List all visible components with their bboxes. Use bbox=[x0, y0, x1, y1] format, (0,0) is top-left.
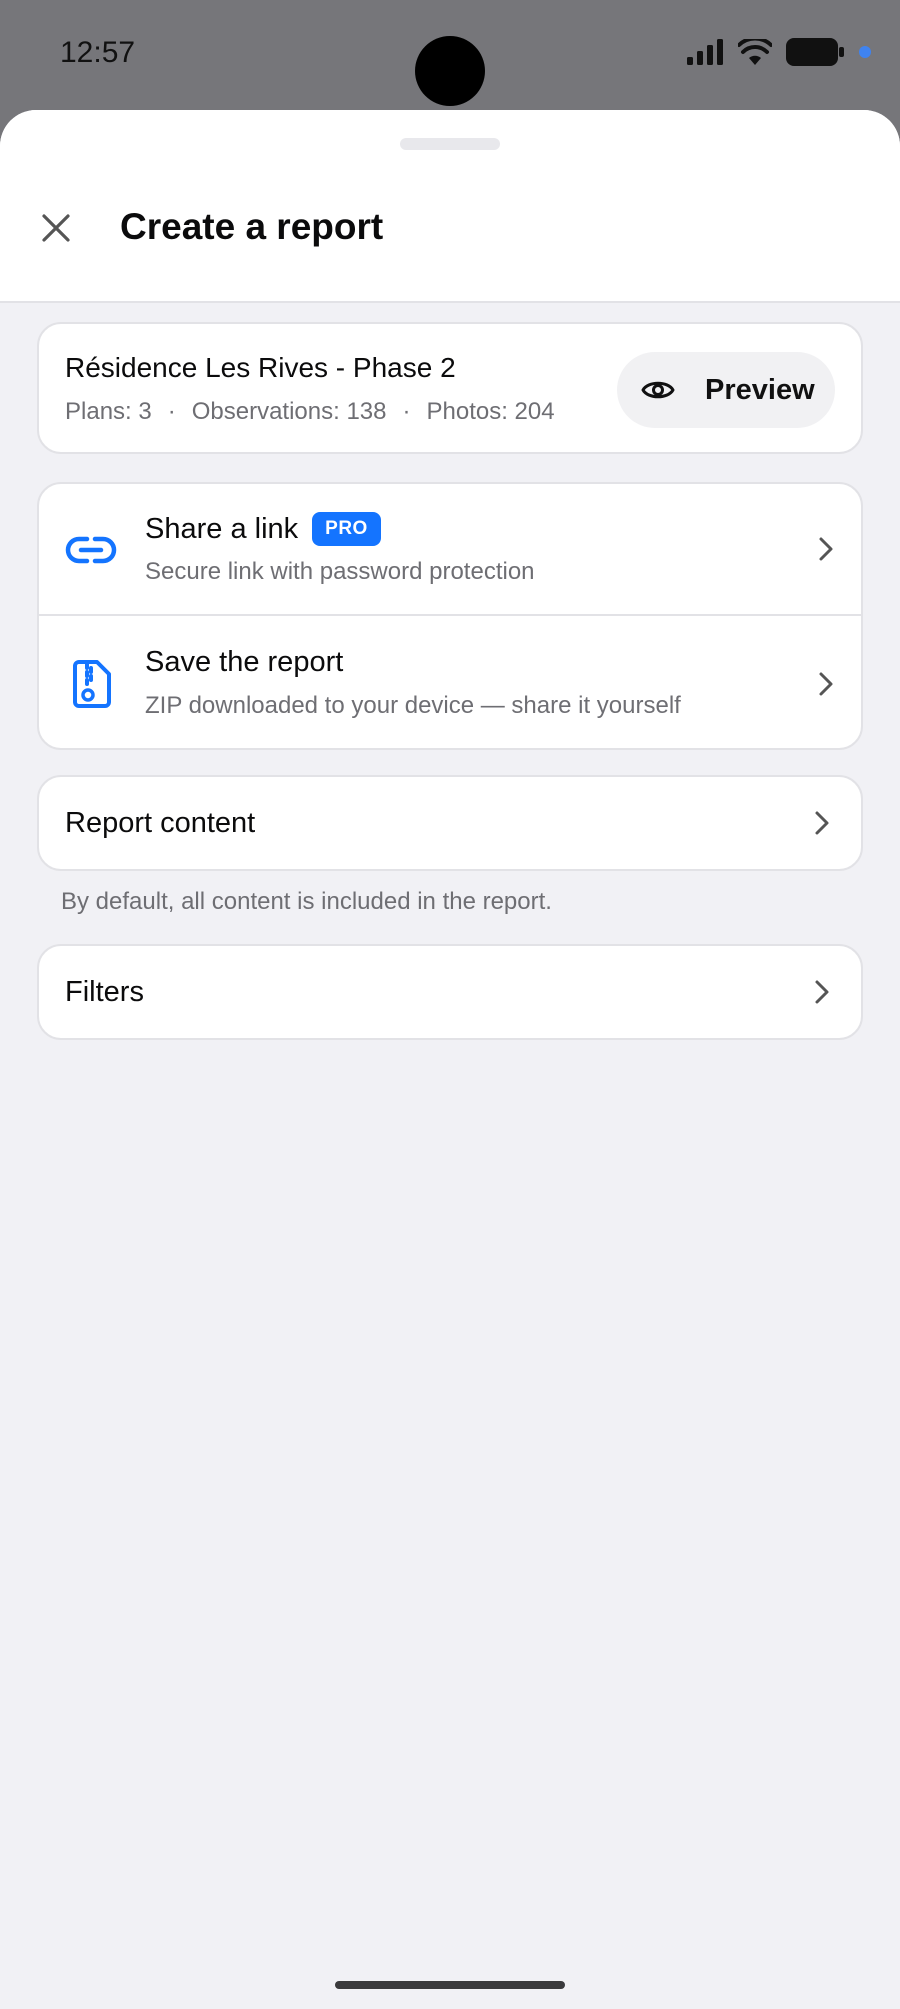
status-time: 12:57 bbox=[60, 36, 136, 69]
project-summary-card: Résidence Les Rives - Phase 2 Plans: 3 ·… bbox=[37, 322, 863, 454]
close-icon bbox=[42, 214, 70, 242]
close-button[interactable] bbox=[36, 208, 76, 248]
share-link-title: Share a link bbox=[145, 512, 299, 545]
chevron-right-icon bbox=[819, 672, 833, 696]
project-stats: Plans: 3 · Observations: 138 · Photos: 2… bbox=[65, 398, 555, 426]
stat-separator: · bbox=[402, 398, 411, 425]
eye-icon bbox=[641, 381, 675, 399]
report-content-label: Report content bbox=[65, 807, 256, 839]
pro-badge: PRO bbox=[312, 512, 381, 546]
preview-button[interactable]: Preview bbox=[617, 352, 835, 428]
bottom-sheet: Create a report Résidence Les Rives - Ph… bbox=[0, 110, 900, 2009]
share-link-title-wrap: Share a link PRO bbox=[145, 512, 381, 546]
chevron-right-icon bbox=[815, 811, 829, 835]
camera-cutout bbox=[415, 36, 485, 106]
stat-observations: Observations: 138 bbox=[191, 398, 387, 425]
status-bar: 12:57 bbox=[0, 0, 900, 110]
chevron-right-icon bbox=[819, 537, 833, 561]
home-indicator[interactable] bbox=[335, 1981, 565, 1989]
privacy-dot-icon bbox=[859, 46, 871, 58]
stat-separator: · bbox=[167, 398, 176, 425]
project-name: Résidence Les Rives - Phase 2 bbox=[65, 352, 456, 383]
save-report-title-wrap: Save the report bbox=[145, 646, 343, 679]
filters-label: Filters bbox=[65, 976, 144, 1008]
link-icon bbox=[65, 536, 117, 564]
signal-icon bbox=[687, 39, 723, 65]
sheet-header: Create a report bbox=[0, 110, 900, 303]
stat-plans: Plans: 3 bbox=[65, 398, 152, 425]
status-icons bbox=[686, 38, 872, 66]
save-report-subtitle: ZIP downloaded to your device — share it… bbox=[145, 692, 681, 719]
sheet-grabber[interactable] bbox=[400, 138, 500, 150]
wifi-icon bbox=[738, 39, 772, 65]
share-link-subtitle: Secure link with password protection bbox=[145, 558, 535, 585]
share-link-row[interactable]: Share a link PRO Secure link with passwo… bbox=[39, 484, 861, 616]
report-content-row[interactable]: Report content bbox=[37, 775, 863, 871]
stat-photos: Photos: 204 bbox=[426, 398, 555, 425]
battery-icon bbox=[786, 38, 844, 66]
page-title: Create a report bbox=[120, 206, 384, 247]
export-actions-card: Share a link PRO Secure link with passwo… bbox=[37, 482, 863, 750]
save-report-row[interactable]: Save the report ZIP downloaded to your d… bbox=[39, 618, 861, 748]
chevron-right-icon bbox=[815, 980, 829, 1004]
zip-file-icon bbox=[73, 660, 111, 708]
report-content-hint: By default, all content is included in t… bbox=[61, 888, 552, 915]
filters-row[interactable]: Filters bbox=[37, 944, 863, 1040]
save-report-title: Save the report bbox=[145, 646, 344, 678]
preview-label: Preview bbox=[705, 373, 815, 406]
